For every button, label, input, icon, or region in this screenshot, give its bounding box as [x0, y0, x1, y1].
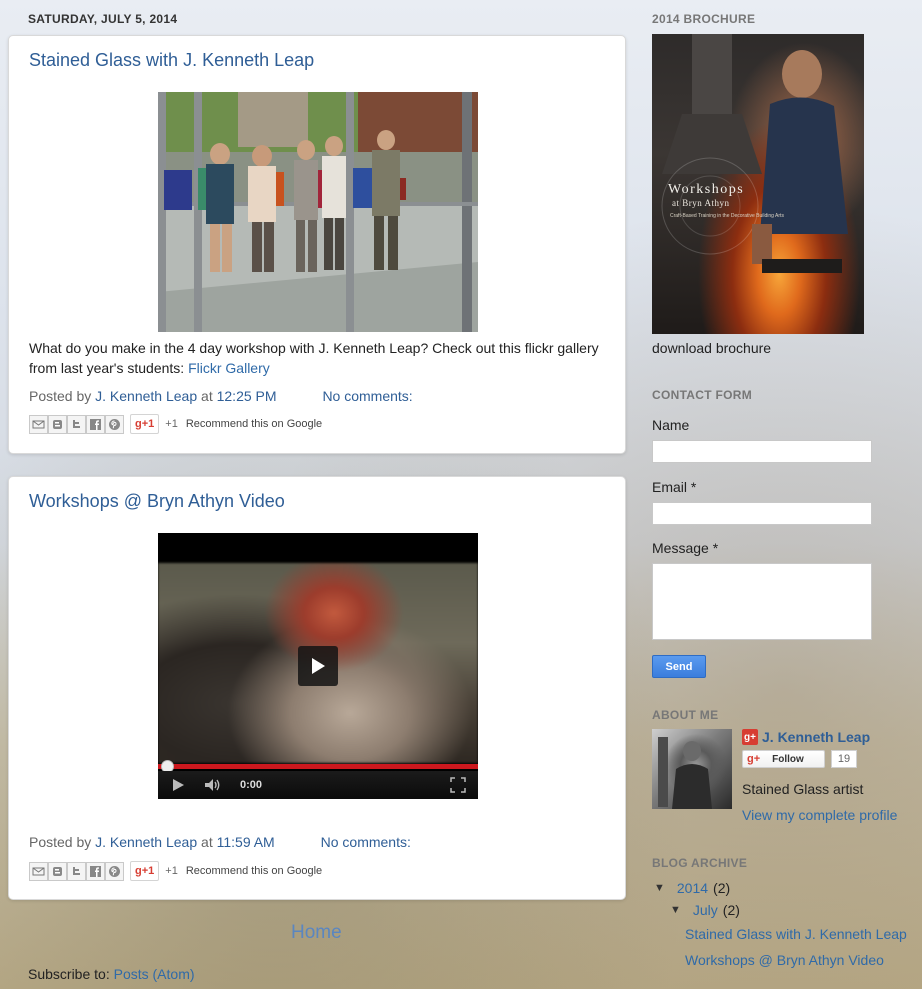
author-link[interactable]: J. Kenneth Leap: [95, 388, 197, 404]
profile-name-link[interactable]: J. Kenneth Leap: [762, 729, 870, 745]
play-control-icon[interactable]: [158, 771, 198, 799]
avatar[interactable]: [652, 729, 732, 809]
brochure-cover-title: Workshops: [668, 182, 745, 197]
comments-link[interactable]: No comments:: [322, 388, 412, 404]
subscribe-line: Subscribe to: Posts (Atom): [28, 966, 195, 982]
email-icon[interactable]: [29, 414, 48, 434]
pinterest-icon[interactable]: [105, 414, 124, 434]
email-input[interactable]: [652, 502, 872, 525]
brochure-widget-title: 2014 BROCHURE: [652, 12, 756, 26]
blogger-icon[interactable]: [48, 861, 67, 881]
brochure-cover-image[interactable]: Workshops at Bryn Athyn Craft-Based Trai…: [652, 34, 864, 334]
date-header: SATURDAY, JULY 5, 2014: [28, 12, 178, 26]
message-label: Message *: [652, 540, 719, 556]
brochure-cover-tagline: Craft-Based Training in the Decorative B…: [670, 213, 784, 219]
post-time-link[interactable]: 11:59 AM: [217, 834, 275, 850]
video-progress-bar[interactable]: [158, 764, 478, 769]
triangle-down-icon[interactable]: ▼: [670, 904, 681, 916]
archive-post-link[interactable]: Stained Glass with J. Kenneth Leap: [685, 926, 907, 942]
post-video: Workshops @ Bryn Athyn Video 0:00 Posted…: [8, 476, 626, 900]
subscribe-label: Subscribe to:: [28, 966, 110, 982]
about-widget-title: ABOUT ME: [652, 708, 719, 722]
posted-by-label: Posted by: [29, 388, 92, 404]
archive-year-row[interactable]: ▼ 2014 (2): [654, 880, 730, 896]
google-plus-one-button[interactable]: g +1: [130, 861, 160, 881]
comments-link[interactable]: No comments:: [321, 834, 411, 850]
facebook-icon[interactable]: [86, 861, 105, 881]
gplus-label: +1: [141, 418, 155, 430]
follow-button[interactable]: g+ Follow: [742, 750, 825, 768]
archive-year-link[interactable]: 2014: [677, 880, 708, 896]
message-textarea[interactable]: [652, 563, 872, 640]
google-plus-icon: g: [135, 865, 142, 877]
email-label: Email *: [652, 479, 697, 495]
home-link[interactable]: Home: [291, 922, 342, 944]
fullscreen-icon[interactable]: [438, 771, 478, 799]
pinterest-icon[interactable]: [105, 861, 124, 881]
atom-feed-link[interactable]: Posts (Atom): [114, 966, 195, 982]
post-title[interactable]: Stained Glass with J. Kenneth Leap: [29, 50, 314, 71]
recommend-text: Recommend this on Google: [185, 418, 323, 430]
archive-month-count: (2): [722, 902, 740, 918]
twitter-icon[interactable]: [67, 861, 86, 881]
twitter-icon[interactable]: [67, 414, 86, 434]
archive-year-count: (2): [713, 880, 731, 896]
posted-by-label: Posted by: [29, 834, 92, 850]
facebook-icon[interactable]: [86, 414, 105, 434]
flickr-gallery-link[interactable]: Flickr Gallery: [188, 360, 270, 376]
plus-one-count: +1: [165, 418, 178, 430]
blogger-icon[interactable]: [48, 414, 67, 434]
google-plus-icon[interactable]: g+: [742, 729, 758, 745]
archive-month-row[interactable]: ▼ July (2): [670, 902, 740, 918]
gplus-label: +1: [141, 865, 155, 877]
post-photo[interactable]: [158, 92, 478, 332]
post-time-link[interactable]: 12:25 PM: [217, 388, 277, 404]
follower-count: 19: [830, 750, 858, 768]
at-label: at: [201, 834, 213, 850]
share-buttons: g +1 +1 Recommend this on Google: [29, 414, 322, 434]
share-buttons: g +1 +1 Recommend this on Google: [29, 861, 322, 881]
video-time: 0:00: [240, 779, 263, 791]
recommend-text: Recommend this on Google: [185, 865, 323, 877]
video-controls: 0:00: [158, 771, 478, 799]
author-link[interactable]: J. Kenneth Leap: [95, 834, 197, 850]
google-plus-icon: g: [135, 418, 142, 430]
name-label: Name: [652, 417, 690, 433]
follow-label: Follow: [772, 753, 804, 765]
name-input[interactable]: [652, 440, 872, 463]
google-plus-one-button[interactable]: g +1: [130, 414, 160, 434]
archive-month-link[interactable]: July: [693, 902, 718, 918]
post-title[interactable]: Workshops @ Bryn Athyn Video: [29, 491, 285, 512]
video-player[interactable]: 0:00: [158, 533, 478, 799]
triangle-down-icon[interactable]: ▼: [654, 882, 665, 894]
follow-row: g+ Follow 19: [742, 750, 858, 768]
post-stained-glass: Stained Glass with J. Kenneth Leap What …: [8, 35, 626, 454]
post-footer: Posted by J. Kenneth Leap at 11:59 AM No…: [29, 834, 411, 850]
profile-description: Stained Glass artist: [742, 781, 864, 797]
post-body: What do you make in the 4 day workshop w…: [29, 338, 599, 378]
email-icon[interactable]: [29, 861, 48, 881]
archive-widget-title: BLOG ARCHIVE: [652, 856, 748, 870]
volume-icon[interactable]: [198, 771, 228, 799]
post-footer: Posted by J. Kenneth Leap at 12:25 PM No…: [29, 388, 413, 404]
download-brochure-text[interactable]: download brochure: [652, 340, 771, 356]
google-plus-icon: g+: [747, 753, 761, 765]
post-body-text: What do you make in the 4 day workshop w…: [29, 340, 599, 376]
brochure-cover-subtitle: at Bryn Athyn: [672, 198, 730, 208]
archive-post-link[interactable]: Workshops @ Bryn Athyn Video: [685, 952, 884, 968]
contact-widget-title: CONTACT FORM: [652, 388, 753, 402]
plus-one-count: +1: [165, 865, 178, 877]
play-icon[interactable]: [298, 646, 338, 686]
at-label: at: [201, 388, 213, 404]
view-profile-link[interactable]: View my complete profile: [742, 807, 897, 823]
send-button[interactable]: Send: [652, 655, 706, 678]
